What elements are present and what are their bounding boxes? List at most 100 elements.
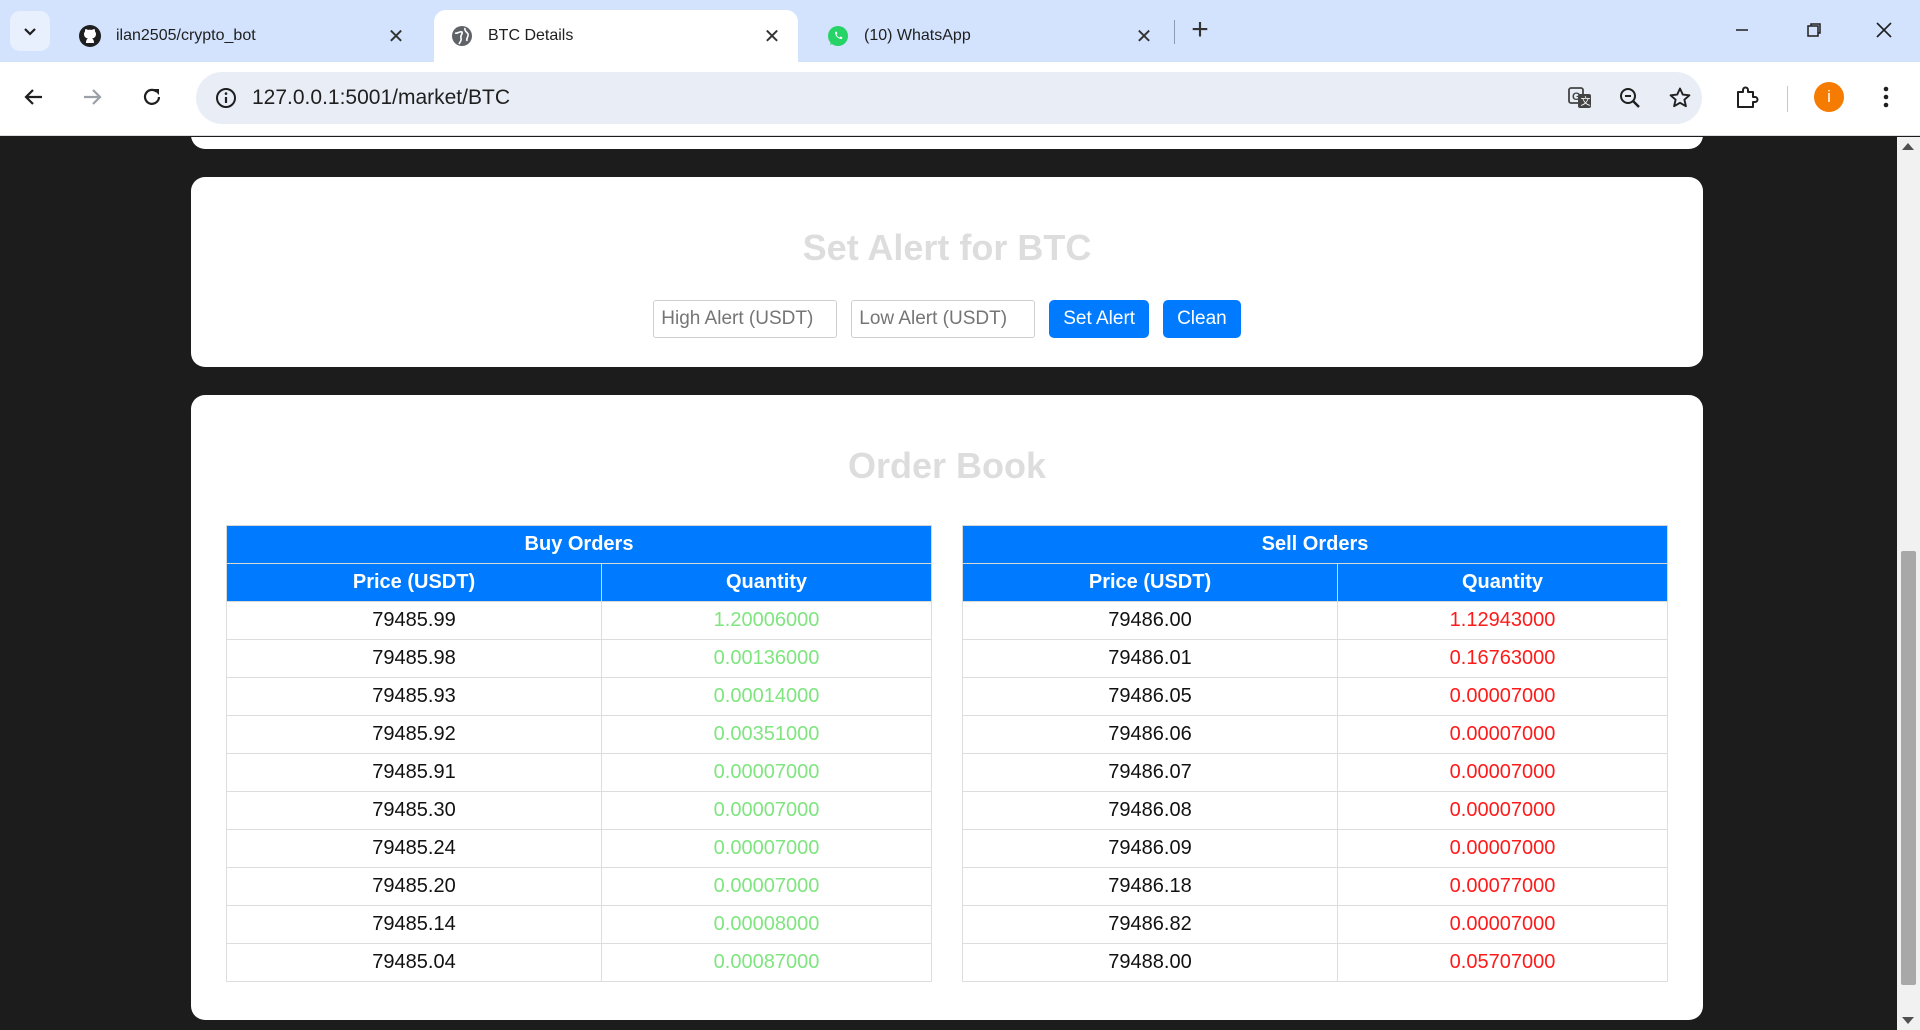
table-row: 79485.93 0.00014000 <box>226 677 932 716</box>
table-row: 79485.14 0.00008000 <box>226 905 932 944</box>
price-cell: 79485.92 <box>226 715 602 754</box>
kebab-menu-icon <box>1883 86 1889 108</box>
table-row: 79485.91 0.00007000 <box>226 753 932 792</box>
quantity-cell: 0.05707000 <box>1337 943 1668 982</box>
quantity-cell: 0.00007000 <box>1337 791 1668 830</box>
tab-search-button[interactable] <box>10 11 50 51</box>
tab-strip: ilan2505/crypto_bot ✕ BTC Details ✕ (10)… <box>0 0 1920 62</box>
quantity-cell: 0.00007000 <box>601 791 932 830</box>
price-cell: 79486.00 <box>962 601 1338 640</box>
page-scrollbar[interactable] <box>1897 137 1920 1030</box>
bookmark-star-icon[interactable] <box>1662 80 1698 116</box>
arrow-right-icon <box>84 89 102 105</box>
table-row: 79488.00 0.05707000 <box>962 943 1668 982</box>
table-row: 79486.82 0.00007000 <box>962 905 1668 944</box>
close-icon[interactable]: ✕ <box>1132 24 1156 48</box>
quantity-cell: 0.00008000 <box>601 905 932 944</box>
table-row: 79485.20 0.00007000 <box>226 867 932 906</box>
page-viewport: Set Alert for BTC Set Alert Clean Order … <box>0 137 1897 1030</box>
table-row: 79486.06 0.00007000 <box>962 715 1668 754</box>
profile-avatar[interactable]: i <box>1809 77 1849 117</box>
tab-btc-details[interactable]: BTC Details ✕ <box>434 10 798 62</box>
site-info-icon[interactable] <box>208 80 244 116</box>
new-tab-button[interactable]: + <box>1184 13 1216 46</box>
price-cell: 79486.01 <box>962 639 1338 678</box>
price-column-header: Price (USDT) <box>962 563 1338 602</box>
table-row: 79486.08 0.00007000 <box>962 791 1668 830</box>
close-icon[interactable]: ✕ <box>760 24 784 48</box>
tab-whatsapp[interactable]: (10) WhatsApp ✕ <box>810 10 1170 62</box>
url-text[interactable]: 127.0.0.1:5001/market/BTC <box>252 86 510 110</box>
table-row: 79485.30 0.00007000 <box>226 791 932 830</box>
price-cell: 79486.08 <box>962 791 1338 830</box>
restore-button[interactable] <box>1786 10 1842 50</box>
close-icon[interactable]: ✕ <box>384 24 408 48</box>
quantity-cell: 0.00007000 <box>1337 829 1668 868</box>
order-book-title: Order Book <box>847 445 1047 486</box>
scrollbar-thumb[interactable] <box>1901 551 1916 985</box>
forward-button[interactable] <box>72 77 112 117</box>
sell-orders-heading: Sell Orders <box>962 525 1668 564</box>
quantity-cell: 0.00007000 <box>601 867 932 906</box>
browser-toolbar: 127.0.0.1:5001/market/BTC G文 i <box>0 62 1920 136</box>
sell-orders-table: Sell Orders Price (USDT) Quantity 79486.… <box>962 525 1668 982</box>
clean-button[interactable]: Clean <box>1163 300 1241 338</box>
low-alert-input[interactable] <box>851 300 1036 338</box>
price-cell: 79486.07 <box>962 753 1338 792</box>
price-cell: 79486.06 <box>962 715 1338 754</box>
extensions-icon[interactable] <box>1727 77 1767 117</box>
quantity-cell: 0.00007000 <box>1337 905 1668 944</box>
quantity-cell: 0.00136000 <box>601 639 932 678</box>
quantity-cell: 0.00077000 <box>1337 867 1668 906</box>
reload-button[interactable] <box>132 77 172 117</box>
high-alert-input[interactable] <box>653 300 838 338</box>
chevron-down-icon <box>24 28 36 36</box>
price-cell: 79486.82 <box>962 905 1338 944</box>
quantity-cell: 0.00351000 <box>601 715 932 754</box>
previous-card <box>191 137 1703 149</box>
minimize-button[interactable] <box>1714 10 1770 50</box>
reload-icon <box>143 88 161 105</box>
close-icon <box>1876 22 1892 38</box>
whatsapp-icon <box>826 24 850 48</box>
price-cell: 79485.93 <box>226 677 602 716</box>
quantity-cell: 0.00007000 <box>1337 715 1668 754</box>
set-alert-button[interactable]: Set Alert <box>1049 300 1150 338</box>
quantity-cell: 0.16763000 <box>1337 639 1668 678</box>
globe-icon <box>450 24 474 48</box>
price-cell: 79485.30 <box>226 791 602 830</box>
quantity-cell: 0.00007000 <box>1337 677 1668 716</box>
quantity-cell: 1.12943000 <box>1337 601 1668 640</box>
tab-title: (10) WhatsApp <box>864 27 971 44</box>
plus-icon: + <box>1191 13 1209 46</box>
price-cell: 79485.98 <box>226 639 602 678</box>
quantity-column-header: Quantity <box>601 563 932 602</box>
quantity-cell: 0.00007000 <box>1337 753 1668 792</box>
price-cell: 79485.99 <box>226 601 602 640</box>
scroll-up-arrow-icon[interactable] <box>1902 143 1914 150</box>
price-cell: 79488.00 <box>962 943 1338 982</box>
tab-title: BTC Details <box>488 27 574 44</box>
scroll-down-arrow-icon[interactable] <box>1902 1017 1914 1024</box>
zoom-icon[interactable] <box>1612 80 1648 116</box>
table-row: 79485.98 0.00136000 <box>226 639 932 678</box>
github-icon <box>78 24 102 48</box>
price-cell: 79485.14 <box>226 905 602 944</box>
quantity-cell: 1.20006000 <box>601 601 932 640</box>
tab-crypto-bot[interactable]: ilan2505/crypto_bot ✕ <box>62 10 422 62</box>
menu-button[interactable] <box>1866 77 1906 117</box>
quantity-cell: 0.00007000 <box>601 753 932 792</box>
table-row: 79486.05 0.00007000 <box>962 677 1668 716</box>
translate-icon[interactable]: G文 <box>1562 80 1598 116</box>
quantity-cell: 0.00007000 <box>601 829 932 868</box>
close-window-button[interactable] <box>1856 10 1912 50</box>
sell-orders-body: 79486.00 1.12943000 79486.01 0.16763000 7948… <box>962 601 1668 982</box>
table-row: 79485.92 0.00351000 <box>226 715 932 754</box>
arrow-left-icon <box>24 89 42 105</box>
quantity-cell: 0.00087000 <box>601 943 932 982</box>
tab-title: ilan2505/crypto_bot <box>116 27 256 44</box>
address-bar[interactable]: 127.0.0.1:5001/market/BTC G文 <box>196 72 1702 124</box>
avatar: i <box>1814 82 1844 112</box>
minimize-icon <box>1736 29 1748 31</box>
back-button[interactable] <box>14 77 54 117</box>
